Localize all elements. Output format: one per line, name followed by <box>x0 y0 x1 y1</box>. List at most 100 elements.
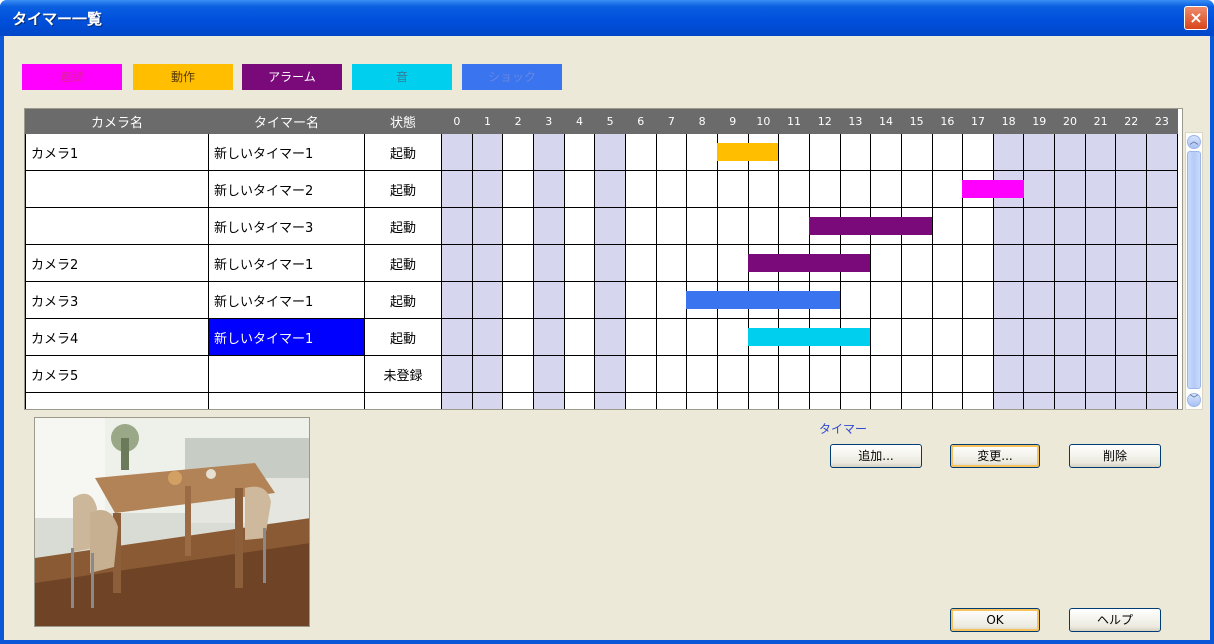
timer-name-cell[interactable] <box>208 392 365 409</box>
hour-cell[interactable] <box>441 318 473 356</box>
hour-cell[interactable] <box>594 170 626 208</box>
hour-cell[interactable] <box>931 355 964 393</box>
hour-cell[interactable] <box>1054 281 1086 319</box>
hour-cell[interactable] <box>441 207 473 245</box>
hour-cell[interactable] <box>808 170 841 208</box>
hour-cell[interactable] <box>747 170 780 208</box>
hour-cell[interactable] <box>655 281 688 319</box>
timer-row[interactable]: カメラ2 新しいタイマー1 起動 <box>25 244 1178 282</box>
hour-cell[interactable] <box>686 355 718 393</box>
timer-row[interactable]: カメラ3 新しいタイマー1 起動 <box>25 281 1178 319</box>
close-button[interactable]: × <box>1184 6 1208 30</box>
state-cell[interactable]: 起動 <box>364 170 442 208</box>
hour-cell[interactable] <box>624 170 657 208</box>
hour-cell[interactable] <box>1115 244 1148 282</box>
hour-cell[interactable] <box>563 244 596 282</box>
timer-row[interactable]: 新しいタイマー3 起動 <box>25 207 1178 245</box>
hour-cell[interactable] <box>686 318 718 356</box>
hour-cell[interactable] <box>655 207 688 245</box>
hour-cell[interactable] <box>532 355 565 393</box>
hour-cell[interactable] <box>441 133 473 171</box>
timer-name-cell[interactable]: 新しいタイマー2 <box>208 170 365 208</box>
timer-name-cell[interactable]: 新しいタイマー1 <box>208 244 365 282</box>
hour-cell[interactable] <box>532 281 565 319</box>
hour-cell[interactable] <box>870 392 902 409</box>
state-cell[interactable]: 起動 <box>364 318 442 356</box>
hour-cell[interactable] <box>870 355 902 393</box>
hour-cell[interactable] <box>502 244 534 282</box>
hour-cell[interactable] <box>1023 207 1056 245</box>
hour-cell[interactable] <box>471 318 504 356</box>
hour-cell[interactable] <box>655 355 688 393</box>
state-cell[interactable]: 起動 <box>364 244 442 282</box>
hour-cell[interactable] <box>1084 392 1117 409</box>
hour-cell[interactable] <box>686 170 718 208</box>
hour-cell[interactable] <box>1146 207 1178 245</box>
hour-cell[interactable] <box>594 244 626 282</box>
hour-cell[interactable] <box>931 133 964 171</box>
hour-cell[interactable] <box>686 133 718 171</box>
hour-cell[interactable] <box>992 244 1025 282</box>
hour-cell[interactable] <box>441 170 473 208</box>
hour-cell[interactable] <box>1023 170 1056 208</box>
hour-cell[interactable] <box>502 281 534 319</box>
hour-cell[interactable] <box>808 355 841 393</box>
camera-name-cell[interactable] <box>25 392 209 409</box>
hour-cell[interactable] <box>747 355 780 393</box>
hour-cell[interactable] <box>778 170 810 208</box>
hour-cell[interactable] <box>1023 318 1056 356</box>
hour-cell[interactable] <box>1084 355 1117 393</box>
hour-cell[interactable] <box>1023 281 1056 319</box>
schedule-bar[interactable] <box>747 254 871 272</box>
hour-cell[interactable] <box>992 133 1025 171</box>
hour-cell[interactable] <box>502 133 534 171</box>
hour-cell[interactable] <box>1115 318 1148 356</box>
help-button[interactable]: ヘルプ <box>1069 608 1161 632</box>
hour-cell[interactable] <box>992 355 1025 393</box>
hour-cell[interactable] <box>594 318 626 356</box>
hour-cell[interactable] <box>778 207 810 245</box>
state-cell[interactable] <box>364 392 442 409</box>
hour-cell[interactable] <box>502 318 534 356</box>
hour-cell[interactable] <box>502 207 534 245</box>
hour-cell[interactable] <box>655 392 688 409</box>
hour-cell[interactable] <box>686 392 718 409</box>
camera-name-cell[interactable]: カメラ1 <box>25 133 209 171</box>
hour-cell[interactable] <box>931 244 964 282</box>
hour-cell[interactable] <box>563 281 596 319</box>
hour-cell[interactable] <box>747 207 780 245</box>
scroll-down-button[interactable]: ﹀ <box>1187 393 1201 407</box>
change-button[interactable]: 変更... <box>950 444 1040 468</box>
hour-cell[interactable] <box>778 392 810 409</box>
hour-cell[interactable] <box>962 318 994 356</box>
hour-cell[interactable] <box>716 170 749 208</box>
hour-cell[interactable] <box>962 207 994 245</box>
hour-cell[interactable] <box>532 392 565 409</box>
hour-cell[interactable] <box>441 244 473 282</box>
hour-cell[interactable] <box>992 207 1025 245</box>
hour-cell[interactable] <box>870 133 902 171</box>
hour-cell[interactable] <box>471 170 504 208</box>
hour-cell[interactable] <box>1115 207 1148 245</box>
hour-cell[interactable] <box>778 133 810 171</box>
hour-cell[interactable] <box>931 281 964 319</box>
hour-cell[interactable] <box>1115 281 1148 319</box>
timer-row[interactable]: カメラ1 新しいタイマー1 起動 <box>25 133 1178 171</box>
hour-cell[interactable] <box>1023 244 1056 282</box>
hour-cell[interactable] <box>1084 133 1117 171</box>
hour-cell[interactable] <box>441 355 473 393</box>
hour-cell[interactable] <box>624 207 657 245</box>
hour-cell[interactable] <box>870 281 902 319</box>
hour-cell[interactable] <box>716 207 749 245</box>
timer-row[interactable]: カメラ4 新しいタイマー1 起動 <box>25 318 1178 356</box>
ok-button[interactable]: OK <box>950 608 1040 632</box>
hour-cell[interactable] <box>624 244 657 282</box>
hour-cell[interactable] <box>716 244 749 282</box>
timer-name-cell[interactable] <box>208 355 365 393</box>
delete-button[interactable]: 削除 <box>1069 444 1161 468</box>
hour-cell[interactable] <box>1084 207 1117 245</box>
hour-cell[interactable] <box>839 281 872 319</box>
hour-cell[interactable] <box>992 281 1025 319</box>
hour-cell[interactable] <box>870 244 902 282</box>
hour-cell[interactable] <box>563 318 596 356</box>
